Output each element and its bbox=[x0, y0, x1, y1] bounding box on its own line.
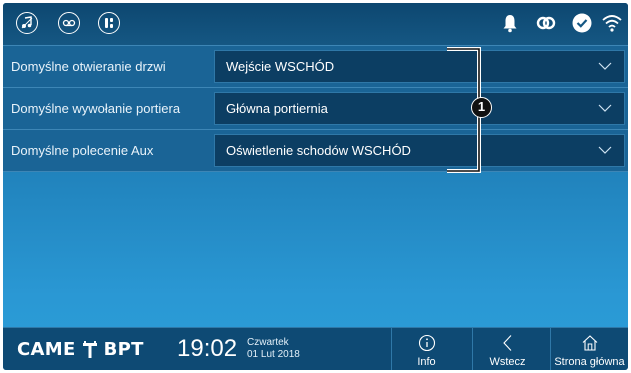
home-button[interactable]: Strona główna bbox=[550, 328, 628, 370]
music-note-icon[interactable] bbox=[16, 12, 38, 34]
setting-label: Domyślne otwieranie drzwi bbox=[11, 59, 166, 74]
select-value: Oświetlenie schodów WSCHÓD bbox=[226, 143, 411, 158]
home-icon bbox=[582, 335, 597, 351]
settings-row-door-opening: Domyślne otwieranie drzwi Wejście WSCHÓD bbox=[3, 45, 628, 87]
aux-command-select[interactable]: Oświetlenie schodów WSCHÓD bbox=[214, 134, 625, 167]
date-block: Czwartek 01 Lut 2018 bbox=[247, 337, 300, 361]
link-icon bbox=[535, 12, 557, 34]
home-label: Strona główna bbox=[554, 356, 625, 368]
screen: Domyślne otwieranie drzwi Wejście WSCHÓD… bbox=[3, 3, 628, 370]
select-value: Główna portiernia bbox=[226, 101, 328, 116]
keypad-icon[interactable] bbox=[98, 12, 120, 34]
settings-row-aux-command: Domyślne polecenie Aux Oświetlenie schod… bbox=[3, 129, 628, 171]
callout-number: 1 bbox=[471, 97, 492, 118]
bottom-bar: CAME BPT 19:02 Czwartek 01 Lut 2018 Info … bbox=[3, 327, 628, 370]
door-opening-select[interactable]: Wejście WSCHÓD bbox=[214, 50, 625, 83]
settings-row-concierge-call: Domyślne wywołanie portiera Główna porti… bbox=[3, 87, 628, 129]
divider bbox=[3, 171, 628, 172]
back-chevron-icon bbox=[502, 335, 511, 351]
clock-time: 19:02 bbox=[177, 335, 238, 362]
check-circle-icon bbox=[571, 12, 593, 34]
info-button[interactable]: Info bbox=[391, 328, 461, 370]
date-text: 01 Lut 2018 bbox=[247, 349, 300, 360]
back-label: Wstecz bbox=[489, 356, 526, 368]
wifi-icon bbox=[601, 12, 623, 34]
logo-came: CAME bbox=[17, 339, 76, 360]
status-bar bbox=[3, 3, 628, 45]
setting-label: Domyślne wywołanie portiera bbox=[11, 101, 181, 116]
voicemail-icon[interactable] bbox=[58, 12, 80, 34]
info-label: Info bbox=[417, 356, 436, 368]
logo-bpt: BPT bbox=[103, 339, 144, 360]
info-icon bbox=[418, 334, 435, 352]
setting-label: Domyślne polecenie Aux bbox=[11, 143, 154, 158]
logo-mark-icon bbox=[82, 341, 97, 359]
came-bpt-logo: CAME BPT bbox=[17, 336, 144, 362]
back-button[interactable]: Wstecz bbox=[472, 328, 542, 370]
chevron-down-icon bbox=[598, 104, 612, 112]
chevron-down-icon bbox=[598, 62, 612, 70]
chevron-down-icon bbox=[598, 146, 612, 154]
bell-icon bbox=[499, 12, 521, 34]
select-value: Wejście WSCHÓD bbox=[226, 59, 335, 74]
concierge-call-select[interactable]: Główna portiernia bbox=[214, 92, 625, 125]
day-name: Czwartek bbox=[247, 337, 289, 348]
